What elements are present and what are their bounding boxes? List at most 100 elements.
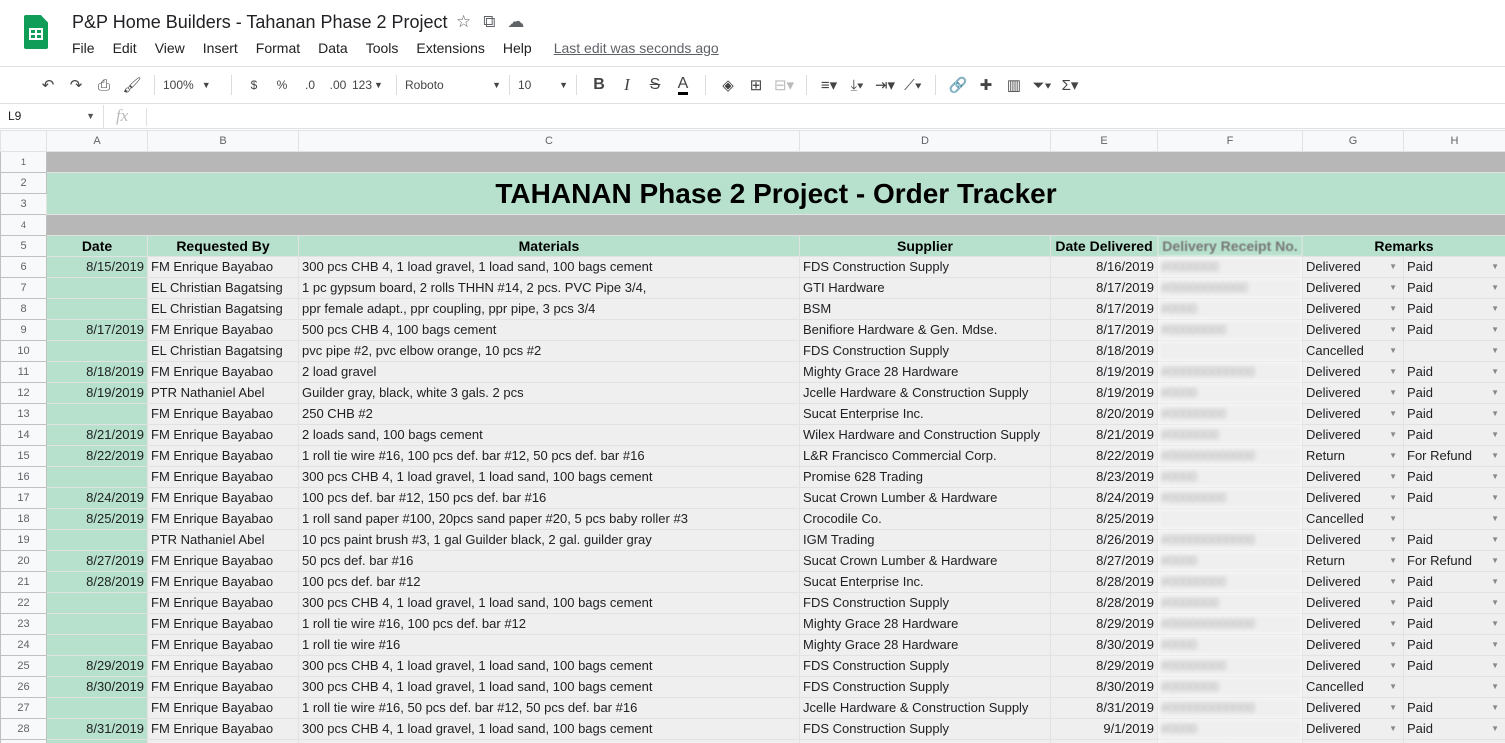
cell-payment-dropdown[interactable]: Paid: [1403, 382, 1505, 404]
insert-link-icon[interactable]: 🔗: [944, 72, 972, 98]
cell-date-delivered[interactable]: 9/1/2019: [1050, 718, 1158, 740]
cell-date-delivered[interactable]: 8/19/2019: [1050, 382, 1158, 404]
cell-receipt-no[interactable]: #0000: [1157, 550, 1303, 572]
column-header-d[interactable]: D: [799, 130, 1051, 152]
cell-payment-dropdown[interactable]: Paid: [1403, 361, 1505, 383]
cell-receipt-no[interactable]: #00000000: [1157, 403, 1303, 425]
cell-receipt-no[interactable]: #000000000000: [1157, 445, 1303, 467]
filter-icon[interactable]: ⏷▾: [1028, 72, 1056, 98]
row-header[interactable]: 26: [0, 676, 47, 698]
cell-receipt-no[interactable]: #00000000: [1157, 655, 1303, 677]
gray-band[interactable]: [46, 151, 1505, 173]
menu-data[interactable]: Data: [318, 40, 348, 56]
cell-supplier[interactable]: L&R Francisco Commercial Corp.: [799, 445, 1051, 467]
cell-supplier[interactable]: FDS Construction Supply: [799, 718, 1051, 740]
row-header[interactable]: 9: [0, 319, 47, 341]
cell-payment-dropdown[interactable]: Paid: [1403, 403, 1505, 425]
row-header[interactable]: 27: [0, 697, 47, 719]
cell-supplier[interactable]: FDS Construction Supply: [799, 676, 1051, 698]
name-box[interactable]: L9 ▼: [0, 105, 104, 128]
cell-status-dropdown[interactable]: Delivered: [1302, 571, 1404, 593]
cell-date[interactable]: 8/15/2019: [46, 256, 148, 278]
row-header[interactable]: 15: [0, 445, 47, 467]
cell-requested-by[interactable]: EL Christian Bagatsing: [147, 277, 299, 299]
header-remarks[interactable]: Remarks: [1302, 235, 1505, 257]
cell-receipt-no[interactable]: #00000000: [1157, 319, 1303, 341]
menu-edit[interactable]: Edit: [113, 40, 137, 56]
cell-status-dropdown[interactable]: Delivered: [1302, 382, 1404, 404]
cell-requested-by[interactable]: FM Enrique Bayabao: [147, 508, 299, 530]
cell-requested-by[interactable]: EL Christian Bagatsing: [147, 739, 299, 743]
cell-supplier[interactable]: FDS Construction Supply: [799, 340, 1051, 362]
row-header[interactable]: 12: [0, 382, 47, 404]
cell-status-dropdown[interactable]: Delivered: [1302, 424, 1404, 446]
cell-date-delivered[interactable]: 8/29/2019: [1050, 655, 1158, 677]
column-header-b[interactable]: B: [147, 130, 299, 152]
cell-supplier[interactable]: FDS Construction Supply: [799, 256, 1051, 278]
cell-payment-dropdown[interactable]: Paid: [1403, 319, 1505, 341]
cell-supplier[interactable]: FDS Construction Supply: [799, 592, 1051, 614]
cell-date-delivered[interactable]: 8/20/2019: [1050, 403, 1158, 425]
cell-requested-by[interactable]: FM Enrique Bayabao: [147, 592, 299, 614]
vertical-align-icon[interactable]: ⤓▾: [843, 72, 871, 98]
cell-payment-dropdown[interactable]: For Refund: [1403, 550, 1505, 572]
column-header-c[interactable]: C: [298, 130, 800, 152]
cell-materials[interactable]: 50 pcs def. bar #16: [298, 550, 800, 572]
insert-chart-icon[interactable]: ▥: [1000, 72, 1028, 98]
cell-date-delivered[interactable]: 8/17/2019: [1050, 298, 1158, 320]
cell-payment-dropdown[interactable]: Paid: [1403, 424, 1505, 446]
row-header[interactable]: 5: [0, 235, 47, 257]
cell-materials[interactable]: pvc pipe #2, pvc elbow orange, 10 pcs #2: [298, 340, 800, 362]
header-date[interactable]: Date: [46, 235, 148, 257]
cell-materials[interactable]: 2 loads sand, 100 bags cement: [298, 424, 800, 446]
cell-supplier[interactable]: Mighty Grace 28 Hardware: [799, 634, 1051, 656]
cell-receipt-no[interactable]: #000000000000: [1157, 613, 1303, 635]
cell-status-dropdown[interactable]: Delivered: [1302, 613, 1404, 635]
cell-payment-dropdown[interactable]: Paid: [1403, 298, 1505, 320]
fill-color-icon[interactable]: ◈: [714, 72, 742, 98]
italic-button[interactable]: I: [613, 72, 641, 98]
font-size-select[interactable]: 10 ▼: [518, 78, 568, 92]
row-header[interactable]: 13: [0, 403, 47, 425]
row-header[interactable]: 17: [0, 487, 47, 509]
cell-supplier[interactable]: Sucat Enterprise Inc.: [799, 571, 1051, 593]
cell-materials[interactable]: 300 pcs CHB 4, 1 load gravel, 1 load san…: [298, 718, 800, 740]
cell-status-dropdown[interactable]: Cancelled: [1302, 340, 1404, 362]
cell-supplier[interactable]: IGM Trading: [799, 529, 1051, 551]
text-wrap-icon[interactable]: ⇥▾: [871, 72, 899, 98]
cell-receipt-no[interactable]: #00000000: [1157, 571, 1303, 593]
cell-date[interactable]: [46, 613, 148, 635]
cell-requested-by[interactable]: EL Christian Bagatsing: [147, 340, 299, 362]
cell-supplier[interactable]: Promise 628 Trading: [799, 466, 1051, 488]
cell-receipt-no[interactable]: #0000000: [1157, 424, 1303, 446]
cell-materials[interactable]: 300 pcs CHB 4, 1 load gravel, 1 load san…: [298, 256, 800, 278]
cell-receipt-no[interactable]: #0000000: [1157, 676, 1303, 698]
cell-date-delivered[interactable]: 8/17/2019: [1050, 277, 1158, 299]
cell-requested-by[interactable]: FM Enrique Bayabao: [147, 550, 299, 572]
cell-supplier[interactable]: FDS Construction Supply: [799, 655, 1051, 677]
cell-requested-by[interactable]: FM Enrique Bayabao: [147, 718, 299, 740]
cell-date[interactable]: [46, 466, 148, 488]
cell-date-delivered[interactable]: 8/17/2019: [1050, 319, 1158, 341]
cell-date[interactable]: 8/24/2019: [46, 487, 148, 509]
menu-help[interactable]: Help: [503, 40, 532, 56]
row-header[interactable]: 1: [0, 151, 47, 173]
cell-date-delivered[interactable]: 8/30/2019: [1050, 634, 1158, 656]
paint-format-icon[interactable]: 🖌: [118, 72, 146, 98]
row-header[interactable]: 3: [0, 193, 47, 215]
cell-materials[interactable]: 2 load gravel: [298, 361, 800, 383]
cell-date[interactable]: [46, 277, 148, 299]
cell-payment-dropdown[interactable]: Paid: [1403, 718, 1505, 740]
move-folder-icon[interactable]: ⧉: [483, 12, 495, 32]
cell-date[interactable]: 8/18/2019: [46, 361, 148, 383]
decrease-decimal-button[interactable]: .0: [296, 72, 324, 98]
cell-status-dropdown[interactable]: Delivered: [1302, 634, 1404, 656]
cell-status-dropdown[interactable]: Delivered: [1302, 739, 1404, 743]
cell-date[interactable]: [46, 529, 148, 551]
strikethrough-button[interactable]: S: [641, 72, 669, 98]
star-icon[interactable]: ☆: [456, 12, 471, 32]
row-header[interactable]: 29: [0, 739, 47, 743]
cell-materials[interactable]: 3 rolls THHN #12, 5 pcs PVC Pipe 3/4: [298, 739, 800, 743]
cell-supplier[interactable]: Mighty Grace 28 Hardware: [799, 361, 1051, 383]
cell-materials[interactable]: Guilder gray, black, white 3 gals. 2 pcs: [298, 382, 800, 404]
